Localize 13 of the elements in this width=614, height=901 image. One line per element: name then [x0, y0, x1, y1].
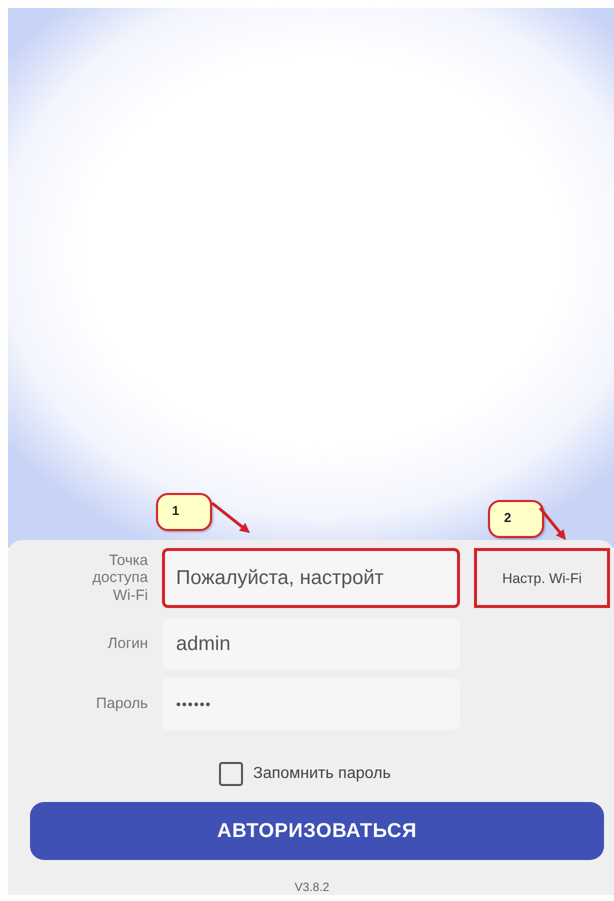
input-field[interactable]: Пожалуйста, настройт: [162, 548, 460, 608]
checkbox-label: Запомнить пароль: [253, 764, 391, 784]
login-button[interactable]: АВТОРИЗОВАТЬСЯ: [30, 802, 604, 860]
field-label: Логин: [108, 635, 148, 653]
field-label: Пароль: [96, 695, 148, 713]
field-label: Точка доступа Wi-Fi: [91, 552, 148, 604]
callout-bubble: 1: [156, 493, 212, 531]
checkbox[interactable]: [219, 762, 244, 786]
callout-bubble: 2: [488, 500, 544, 538]
input-field[interactable]: admin: [162, 618, 460, 670]
version-text: V3.8.2: [294, 879, 330, 896]
wifi-settings-button[interactable]: Настр. Wi-Fi: [474, 548, 610, 608]
password-field[interactable]: ••••••: [162, 678, 460, 730]
